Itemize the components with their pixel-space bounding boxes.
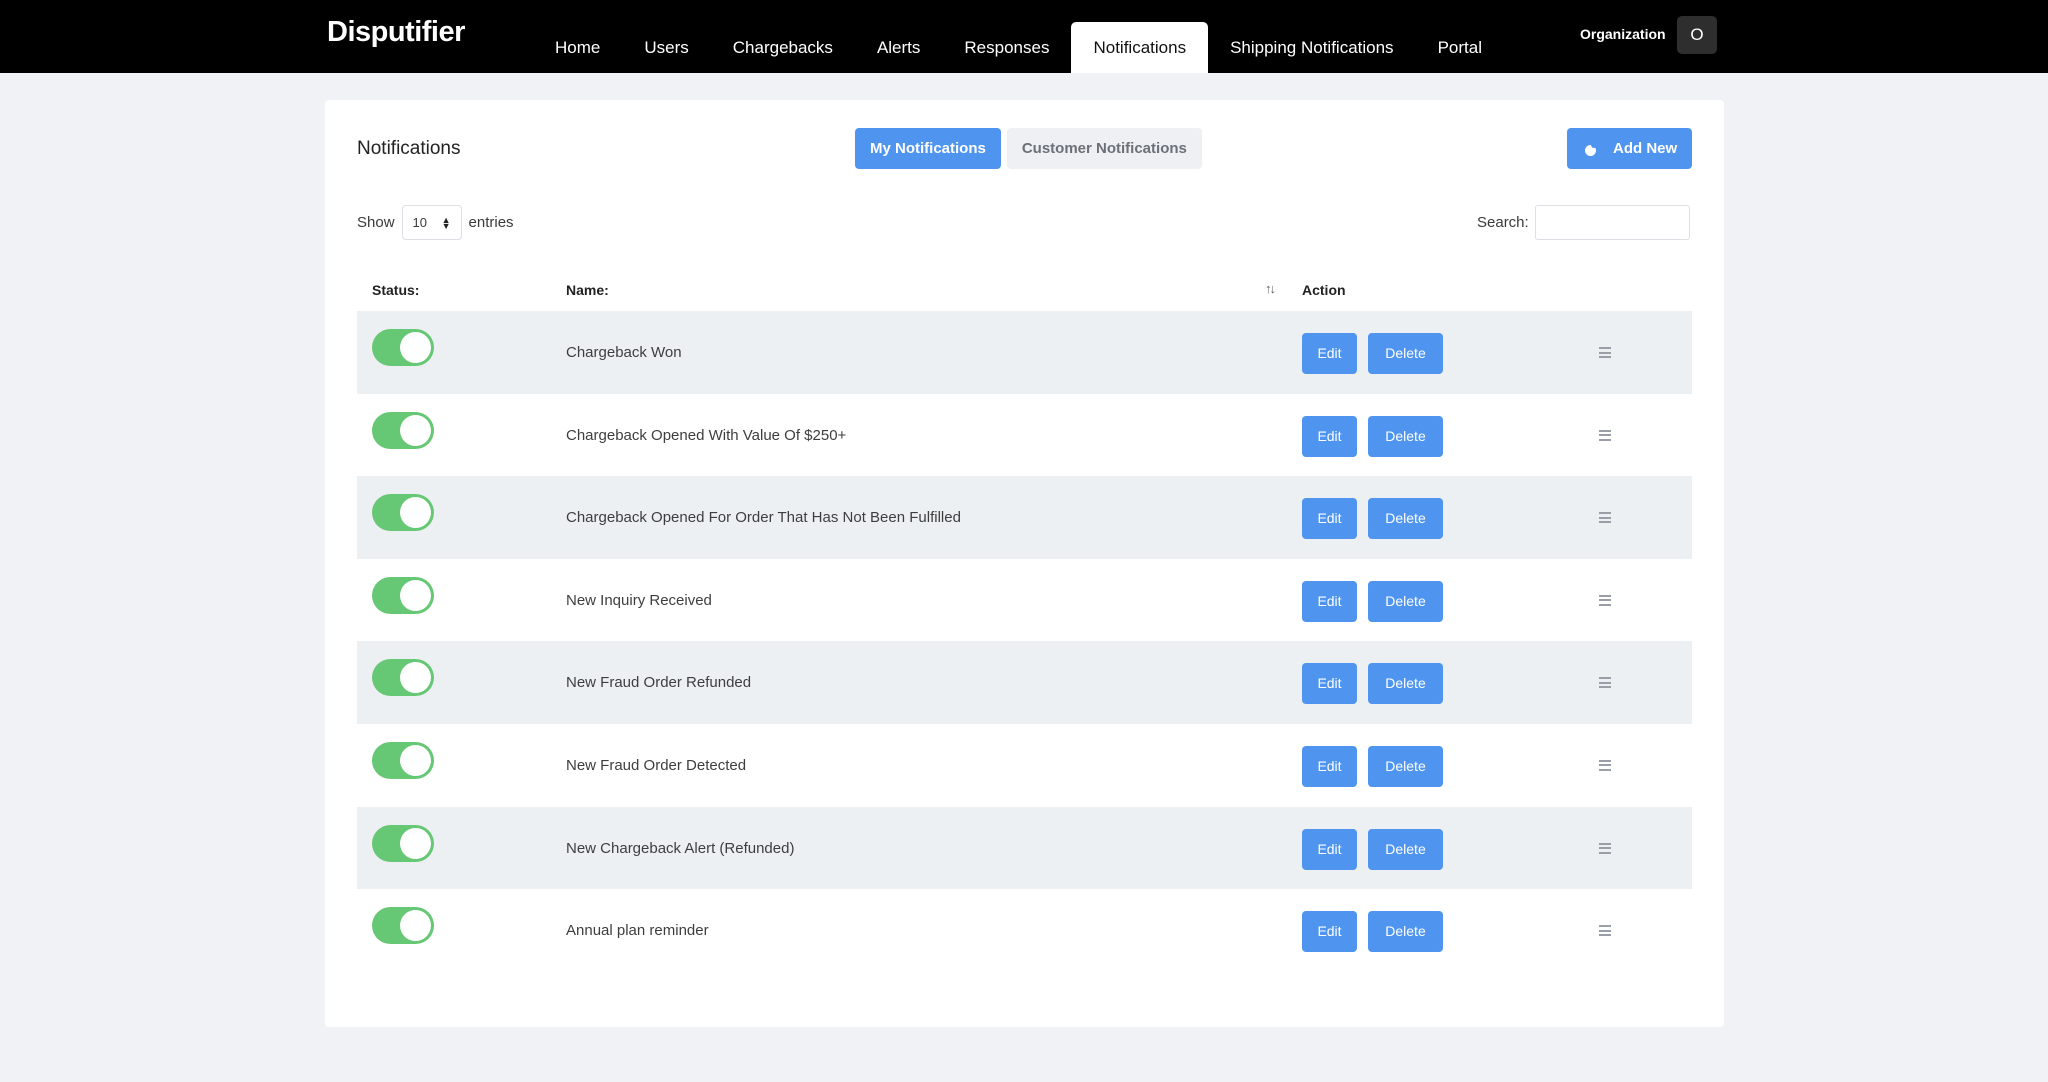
delete-button[interactable]: Delete [1368,498,1443,540]
search-control: Search: [1477,205,1690,240]
notification-name: New Fraud Order Detected [566,756,747,774]
notification-name: New Fraud Order Refunded [566,674,752,692]
drag-handle-icon[interactable] [1599,594,1611,606]
table-row: New Fraud Order Detected Edit Delete [357,724,1692,807]
edit-button[interactable]: Edit [1302,828,1357,870]
nav-portal[interactable]: Portal [1416,22,1504,73]
status-toggle[interactable] [372,329,434,366]
logo[interactable]: Disputifier [327,16,465,49]
notifications-table-body: Chargeback Won Edit Delete Chargeback Op… [357,311,1692,972]
table-row: Annual plan reminder Edit Delete [357,889,1692,972]
delete-button[interactable]: Delete [1368,828,1443,870]
page-title: Notifications [357,138,461,159]
notification-name: New Chargeback Alert (Refunded) [566,839,795,857]
tab-customer-notifications[interactable]: Customer Notifications [1006,128,1202,169]
search-label: Search: [1477,214,1529,231]
notification-name: New Inquiry Received [566,591,712,609]
table-header: Status: Name: ↑↓ Action [357,270,1692,311]
nav-shipping-notifications[interactable]: Shipping Notifications [1208,22,1415,73]
drag-handle-icon[interactable] [1599,512,1611,524]
search-input[interactable] [1534,205,1690,240]
nav-users[interactable]: Users [622,22,710,73]
top-nav-bar: Disputifier Home Users Chargebacks Alert… [0,0,2048,73]
entries-control: Show 10 ▲ ▼ entries [357,205,514,240]
notification-name: Chargeback Opened With Value Of $250+ [566,426,847,444]
nav-alerts[interactable]: Alerts [855,22,942,73]
edit-button[interactable]: Edit [1302,415,1357,457]
show-label: Show [357,214,395,231]
status-toggle[interactable] [372,411,434,449]
table-row: New Chargeback Alert (Refunded) Edit Del… [357,806,1692,890]
notification-tabs: My Notifications Customer Notifications [855,128,1202,169]
delete-button[interactable]: Delete [1368,911,1443,953]
edit-button[interactable]: Edit [1302,911,1357,953]
add-new-label: Add New [1613,140,1678,157]
edit-button[interactable]: Edit [1302,580,1357,622]
organization-avatar[interactable]: O [1677,16,1717,54]
status-toggle[interactable] [372,824,434,862]
delete-button[interactable]: Delete [1368,745,1443,787]
nav-notifications[interactable]: Notifications [1071,22,1209,73]
status-toggle[interactable] [372,494,434,532]
table-row: Chargeback Opened For Order That Has Not… [357,476,1692,559]
drag-handle-icon[interactable] [1599,925,1611,937]
select-arrows-icon: ▲ ▼ [441,214,451,231]
column-action: Action [1302,282,1346,298]
table-row: New Inquiry Received Edit Delete [357,559,1692,642]
edit-button[interactable]: Edit [1302,333,1357,374]
add-new-button[interactable]: Add New [1567,128,1692,169]
column-status: Status: [372,282,420,298]
drag-handle-icon[interactable] [1599,677,1611,689]
entries-value: 10 [412,215,427,230]
status-toggle[interactable] [372,907,434,945]
table-row: Chargeback Won Edit Delete [357,311,1692,394]
notification-name: Annual plan reminder [566,922,709,940]
table-row: Chargeback Opened With Value Of $250+ Ed… [357,394,1692,477]
tab-my-notifications[interactable]: My Notifications [855,128,1001,169]
status-toggle[interactable] [372,741,434,779]
nav-responses[interactable]: Responses [942,22,1071,73]
edit-button[interactable]: Edit [1302,745,1357,787]
status-toggle[interactable] [372,659,434,697]
edit-button[interactable]: Edit [1302,498,1357,540]
main-nav: Home Users Chargebacks Alerts Responses … [533,22,1504,73]
add-icon [1585,141,1599,156]
organization-label[interactable]: Organization [1580,26,1666,42]
edit-button[interactable]: Edit [1302,663,1357,705]
entries-select[interactable]: 10 ▲ ▼ [401,205,462,240]
sort-icon[interactable]: ↑↓ [1265,281,1276,296]
delete-button[interactable]: Delete [1368,663,1443,705]
delete-button[interactable]: Delete [1368,333,1443,374]
entries-label: entries [468,214,514,231]
status-toggle[interactable] [372,576,434,614]
nav-chargebacks[interactable]: Chargebacks [711,22,855,73]
drag-handle-icon[interactable] [1599,759,1611,771]
table-row: New Fraud Order Refunded Edit Delete [357,641,1692,724]
notification-name: Chargeback Won [566,344,682,361]
drag-handle-icon[interactable] [1599,347,1611,358]
notification-name: Chargeback Opened For Order That Has Not… [566,509,961,527]
delete-button[interactable]: Delete [1368,415,1443,457]
delete-button[interactable]: Delete [1368,580,1443,622]
drag-handle-icon[interactable] [1599,842,1611,854]
column-name[interactable]: Name: [566,282,609,298]
drag-handle-icon[interactable] [1599,429,1611,441]
nav-home[interactable]: Home [533,22,622,73]
notifications-card: Notifications My Notifications Customer … [325,100,1724,1027]
